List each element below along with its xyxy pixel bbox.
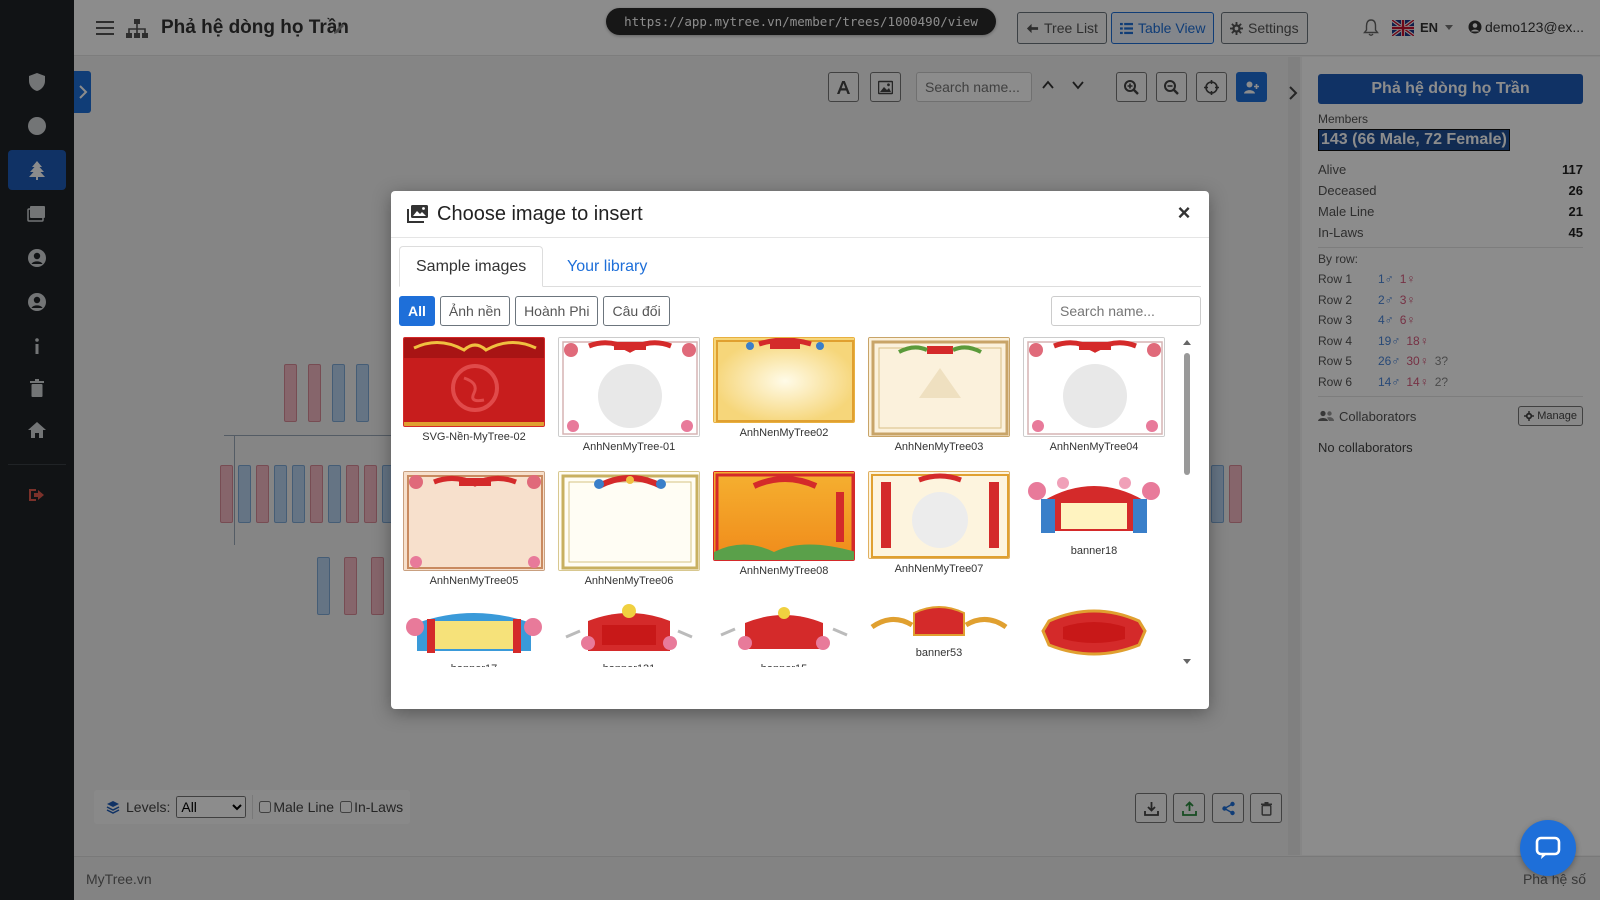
image-thumb[interactable]: AnhNenMyTree08 — [709, 471, 859, 577]
thumbnail-caption: AnhNenMyTree04 — [1049, 441, 1139, 453]
thumbnail-caption: AnhNenMyTree05 — [429, 575, 519, 587]
modal-title: Choose image to insert — [437, 203, 643, 225]
image-gallery: SVG-Nền-MyTree-02 AnhNenMyTree-01 AnhNen… — [399, 337, 1176, 667]
modal-tabs: Sample images Your library — [399, 246, 1201, 287]
thumbnail-caption: AnhNenMyTree08 — [739, 565, 829, 577]
image-thumb[interactable]: AnhNenMyTree07 — [864, 471, 1014, 575]
image-thumb[interactable]: AnhNenMyTree-01 — [554, 337, 704, 453]
close-icon[interactable]: × — [1175, 201, 1193, 225]
thumbnail-image — [403, 603, 545, 659]
filter-hoanh-phi-button[interactable]: Hoành Phi — [515, 296, 599, 326]
image-thumb[interactable]: banner15 — [709, 603, 859, 667]
thumbnail-caption: AnhNenMyTree03 — [894, 441, 984, 453]
image-thumb[interactable]: banner53 — [864, 603, 1014, 659]
choose-image-modal: Choose image to insert × Sample images Y… — [391, 191, 1209, 709]
scroll-thumb[interactable] — [1184, 353, 1190, 475]
thumbnail-caption: SVG-Nền-MyTree-02 — [422, 431, 526, 443]
thumbnail-image — [713, 337, 855, 423]
thumbnail-image — [868, 603, 1010, 643]
filter-all-button[interactable]: All — [399, 296, 435, 326]
tab-your-library[interactable]: Your library — [551, 246, 663, 287]
thumbnail-caption: AnhNenMyTree07 — [894, 563, 984, 575]
thumbnail-image — [868, 337, 1010, 437]
modal-header: Choose image to insert × — [391, 191, 1209, 238]
thumbnail-caption: banner53 — [915, 647, 963, 659]
filter-cau-doi-button[interactable]: Câu đối — [603, 296, 670, 326]
thumbnail-image — [713, 471, 855, 561]
image-search-input[interactable] — [1051, 296, 1201, 326]
chat-support-button[interactable] — [1520, 820, 1576, 876]
image-thumb[interactable]: AnhNenMyTree02 — [709, 337, 859, 439]
image-thumb[interactable]: AnhNenMyTree06 — [554, 471, 704, 587]
thumbnail-caption: banner15 — [709, 663, 859, 667]
image-thumb[interactable]: AnhNenMyTree03 — [864, 337, 1014, 453]
scroll-up-arrow-icon[interactable] — [1183, 340, 1191, 345]
scroll-down-arrow-icon[interactable] — [1183, 659, 1191, 664]
thumbnail-image — [403, 471, 545, 571]
thumbnail-image — [558, 337, 700, 437]
thumbnail-caption: AnhNenMyTree02 — [739, 427, 829, 439]
gallery-scrollbar[interactable] — [1181, 337, 1193, 667]
thumbnail-caption: AnhNenMyTree06 — [584, 575, 674, 587]
thumbnail-image — [1023, 337, 1165, 437]
thumbnail-image — [713, 603, 855, 659]
thumbnail-image — [403, 337, 545, 427]
image-thumb[interactable]: AnhNenMyTree05 — [399, 471, 549, 587]
image-thumb[interactable]: banner18 — [1019, 471, 1169, 557]
filter-background-button[interactable]: Ảnh nền — [439, 296, 511, 326]
image-thumb[interactable]: SVG-Nền-MyTree-02 — [399, 337, 549, 443]
image-thumb[interactable]: banner17 — [399, 603, 549, 667]
thumbnail-image — [558, 603, 700, 659]
image-thumb[interactable]: AnhNenMyTree04 — [1019, 337, 1169, 453]
chat-icon — [1535, 836, 1561, 859]
thumbnail-image — [868, 471, 1010, 559]
thumbnail-image — [1023, 471, 1165, 541]
thumbnail-caption: AnhNenMyTree-01 — [582, 441, 676, 453]
image-thumb[interactable] — [1019, 603, 1169, 663]
thumbnail-image — [1023, 603, 1165, 659]
thumbnail-image — [558, 471, 700, 571]
thumbnail-caption: banner17 — [399, 663, 549, 667]
thumbnail-caption: banner18 — [1070, 545, 1118, 557]
images-icon — [407, 205, 428, 223]
thumbnail-caption: banner131 — [554, 663, 704, 667]
tab-sample-images[interactable]: Sample images — [399, 246, 544, 287]
category-filters: All Ảnh nền Hoành Phi Câu đối — [399, 296, 670, 326]
image-thumb[interactable]: banner131 — [554, 603, 704, 667]
